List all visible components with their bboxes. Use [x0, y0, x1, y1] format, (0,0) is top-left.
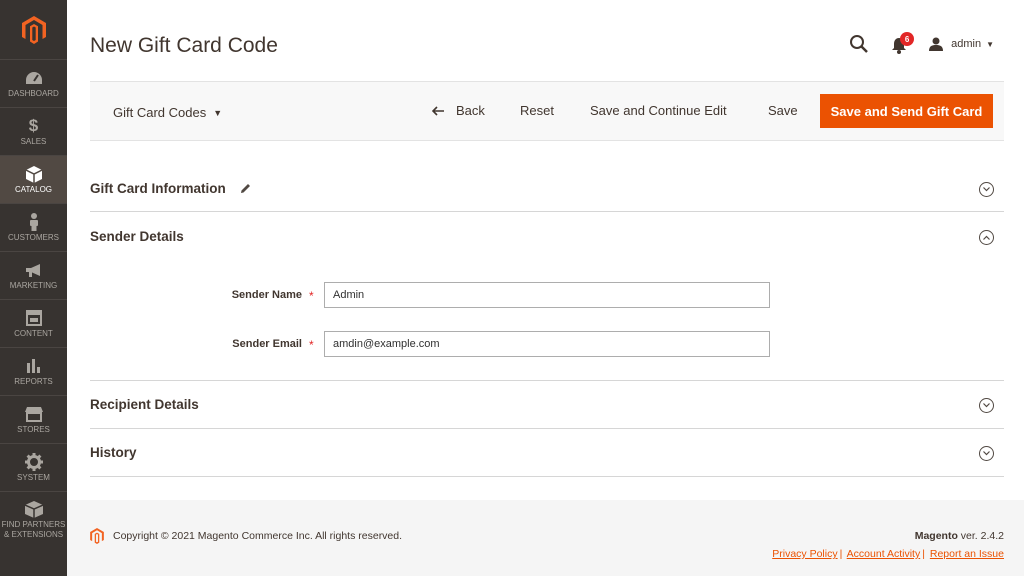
- nav-stores[interactable]: STORES: [0, 395, 67, 443]
- nav-marketing[interactable]: MARKETING: [0, 251, 67, 299]
- admin-sidebar: DASHBOARD $ SALES CATALOG CUSTOMERS MARK…: [0, 0, 67, 576]
- megaphone-icon: [25, 260, 43, 280]
- cube-icon: [25, 164, 42, 184]
- nav-customers[interactable]: CUSTOMERS: [0, 203, 67, 251]
- chevron-down-icon: ▼: [986, 39, 994, 49]
- pencil-icon: [240, 183, 251, 194]
- collapse-toggle[interactable]: [979, 230, 994, 245]
- magento-logo[interactable]: [0, 0, 67, 59]
- section-title-text: Gift Card Information: [90, 181, 226, 196]
- page-title: New Gift Card Code: [90, 34, 278, 57]
- section-title: History: [90, 445, 137, 460]
- chevron-up-icon: [983, 235, 990, 240]
- bar-chart-icon: [26, 356, 42, 376]
- nav-label: CUSTOMERS: [8, 233, 59, 242]
- header-actions: 6 admin ▼: [849, 32, 994, 54]
- page-actions-toolbar: Gift Card Codes ▼ Back Reset Save and Co…: [90, 81, 1004, 141]
- nav-label: REPORTS: [14, 377, 53, 386]
- layout-icon: [25, 308, 42, 328]
- notification-count-badge: 6: [900, 32, 915, 46]
- section-history[interactable]: History: [90, 429, 1004, 477]
- back-label: Back: [456, 103, 485, 118]
- section-gift-card-information[interactable]: Gift Card Information: [90, 164, 1004, 212]
- save-button[interactable]: Save: [768, 103, 798, 118]
- nav-label: CONTENT: [14, 329, 53, 338]
- copyright-text: Copyright © 2021 Magento Commerce Inc. A…: [113, 530, 403, 542]
- dashboard-icon: [25, 68, 43, 88]
- report-issue-link[interactable]: Report an Issue: [930, 548, 1004, 560]
- expand-toggle[interactable]: [979, 446, 994, 461]
- nav-sales[interactable]: $ SALES: [0, 107, 67, 155]
- section-title: Gift Card Information: [90, 181, 251, 196]
- sender-name-label: Sender Name: [231, 289, 302, 301]
- nav-content[interactable]: CONTENT: [0, 299, 67, 347]
- caret-down-icon: ▼: [213, 107, 223, 118]
- expand-toggle[interactable]: [979, 182, 994, 197]
- section-title[interactable]: Sender Details: [90, 229, 184, 244]
- save-and-continue-button[interactable]: Save and Continue Edit: [590, 103, 727, 118]
- nav-label: MARKETING: [9, 281, 58, 290]
- chevron-down-icon: [983, 451, 990, 456]
- box-icon: [24, 499, 43, 519]
- expand-toggle[interactable]: [979, 398, 994, 413]
- sender-name-input[interactable]: [324, 282, 770, 308]
- user-name: admin: [951, 38, 982, 50]
- required-asterisk: *: [309, 289, 314, 303]
- section-sender-details: Sender Details Sender Name * Sender Emai…: [90, 212, 1004, 381]
- user-menu[interactable]: admin ▼: [929, 37, 994, 51]
- nav-find-partners[interactable]: FIND PARTNERS & EXTENSIONS: [0, 491, 67, 547]
- save-and-send-button[interactable]: Save and Send Gift Card: [820, 94, 993, 128]
- back-button[interactable]: Back: [432, 103, 485, 118]
- nav-system[interactable]: SYSTEM: [0, 443, 67, 491]
- chevron-down-icon: [983, 403, 990, 408]
- footer-links: Privacy Policy | Account Activity | Report…: [772, 548, 1004, 560]
- chevron-down-icon: [983, 187, 990, 192]
- nav-label: SALES: [20, 137, 47, 146]
- notifications-button[interactable]: 6: [891, 32, 915, 54]
- sender-email-input[interactable]: [324, 331, 770, 357]
- required-asterisk: *: [309, 338, 314, 352]
- search-icon[interactable]: [849, 34, 869, 54]
- page-footer: Copyright © 2021 Magento Commerce Inc. A…: [67, 500, 1024, 576]
- nav-label: SYSTEM: [17, 473, 50, 482]
- switcher-label: Gift Card Codes: [113, 105, 207, 120]
- person-icon: [29, 212, 39, 232]
- account-activity-link[interactable]: Account Activity: [847, 548, 921, 560]
- section-recipient-details[interactable]: Recipient Details: [90, 381, 1004, 429]
- storefront-icon: [24, 404, 43, 424]
- version-number: ver. 2.4.2: [957, 530, 1004, 542]
- user-icon: [929, 37, 944, 51]
- brand-name: Magento: [914, 530, 958, 542]
- reset-button[interactable]: Reset: [520, 103, 554, 118]
- nav-catalog[interactable]: CATALOG: [0, 155, 67, 203]
- nav-dashboard[interactable]: DASHBOARD: [0, 59, 67, 107]
- dollar-icon: $: [28, 116, 39, 135]
- nav-label: STORES: [17, 425, 50, 434]
- nav-label: DASHBOARD: [8, 89, 59, 98]
- arrow-left-icon: [432, 105, 444, 116]
- nav-reports[interactable]: REPORTS: [0, 347, 67, 395]
- magento-logo-icon: [90, 528, 104, 549]
- version-text: Magento ver. 2.4.2: [915, 530, 1004, 542]
- privacy-policy-link[interactable]: Privacy Policy: [772, 548, 837, 560]
- nav-label: & EXTENSIONS: [3, 530, 64, 539]
- sender-email-label: Sender Email: [232, 338, 302, 350]
- gift-card-codes-switcher[interactable]: Gift Card Codes ▼: [113, 105, 222, 120]
- nav-label: FIND PARTNERS: [1, 520, 66, 529]
- section-title: Recipient Details: [90, 397, 199, 412]
- gear-icon: [24, 452, 43, 472]
- nav-label: CATALOG: [14, 185, 53, 194]
